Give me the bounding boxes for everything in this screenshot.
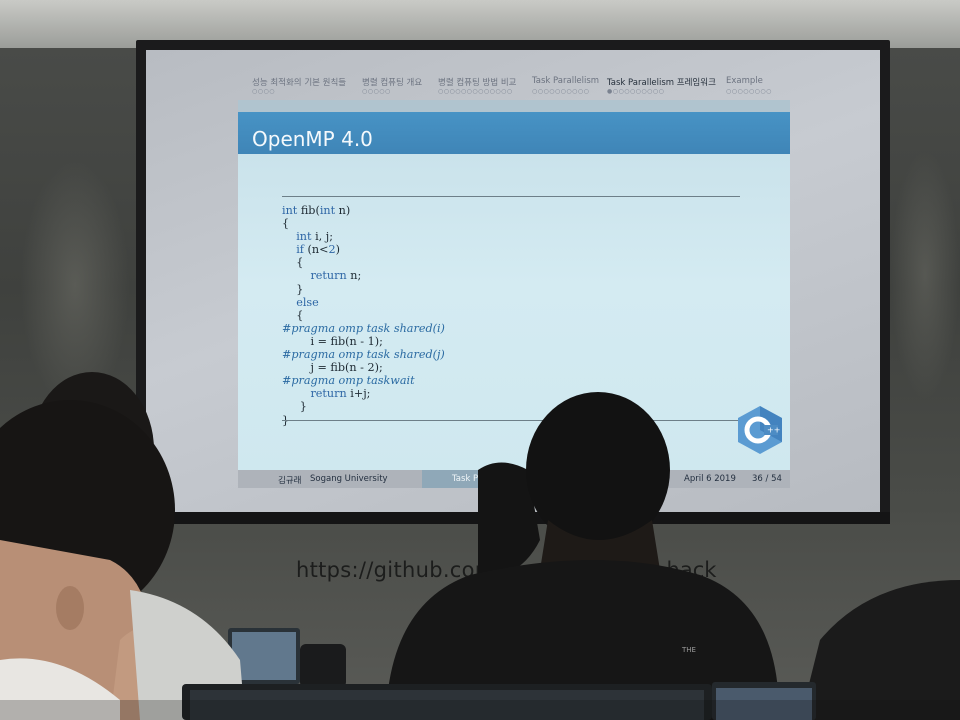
student-left-ear	[56, 586, 84, 630]
audience-silhouettes: THE	[0, 372, 960, 720]
laptop-back-screen	[232, 632, 296, 680]
jacket-logo: THE	[681, 646, 696, 654]
chair	[300, 644, 346, 688]
foreground-shadow	[0, 700, 960, 720]
student-right-shoulder	[800, 580, 960, 720]
